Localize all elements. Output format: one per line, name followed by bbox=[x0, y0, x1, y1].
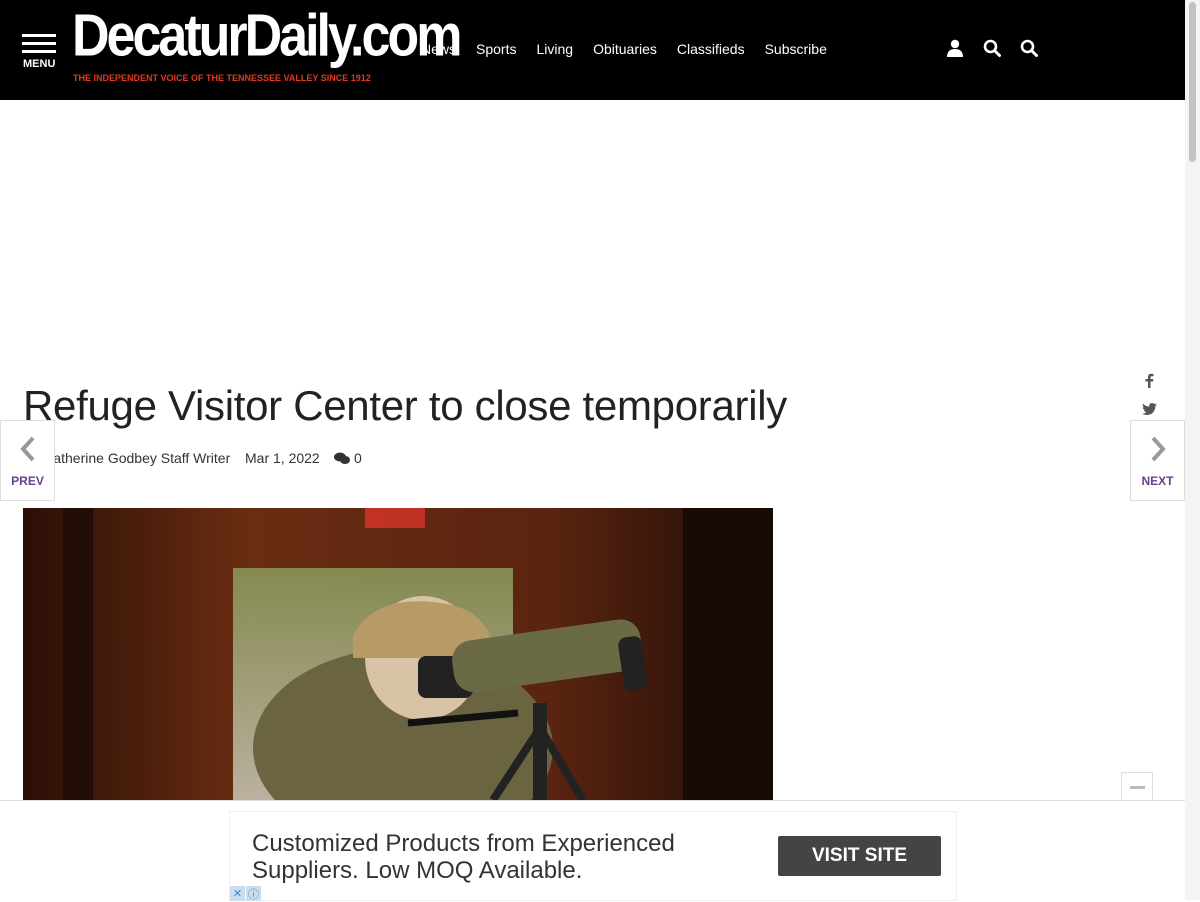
search-icon[interactable] bbox=[1020, 39, 1040, 59]
nav-news[interactable]: News bbox=[421, 41, 456, 57]
logo-tagline: THE INDEPENDENT VOICE OF THE TENNESSEE V… bbox=[73, 73, 371, 83]
nav-obituaries[interactable]: Obituaries bbox=[593, 41, 657, 57]
user-icon[interactable] bbox=[946, 39, 966, 59]
chevron-left-icon bbox=[19, 436, 34, 462]
info-icon[interactable]: ⓘ bbox=[246, 886, 261, 901]
hamburger-bar bbox=[22, 50, 56, 53]
collapse-ad-button[interactable] bbox=[1121, 772, 1153, 802]
nav-sports[interactable]: Sports bbox=[476, 41, 516, 57]
main-nav: News Sports Living Obituaries Classified… bbox=[421, 41, 847, 57]
comment-count: 0 bbox=[354, 450, 362, 466]
comments-link[interactable]: 0 bbox=[334, 450, 362, 466]
facebook-icon[interactable] bbox=[1140, 366, 1158, 395]
prev-article-button[interactable]: PREV bbox=[0, 420, 55, 501]
article-photo[interactable] bbox=[23, 508, 773, 800]
comments-icon bbox=[334, 452, 350, 464]
menu-label: MENU bbox=[23, 58, 56, 70]
chevron-right-icon bbox=[1151, 436, 1166, 462]
ad-banner[interactable]: Customized Products from Experienced Sup… bbox=[229, 811, 957, 901]
hamburger-bar bbox=[22, 42, 56, 45]
nav-classifieds[interactable]: Classifieds bbox=[677, 41, 745, 57]
menu-button[interactable]: MENU bbox=[22, 34, 56, 70]
prev-label: PREV bbox=[11, 474, 44, 488]
article-title: Refuge Visitor Center to close temporari… bbox=[23, 382, 787, 429]
next-label: NEXT bbox=[1141, 474, 1174, 488]
nav-living[interactable]: Living bbox=[536, 41, 573, 57]
close-icon[interactable]: ✕ bbox=[230, 886, 245, 901]
search-icon[interactable] bbox=[983, 39, 1003, 59]
hamburger-icon bbox=[22, 34, 56, 37]
publish-date: Mar 1, 2022 bbox=[245, 450, 320, 466]
sticky-ad-bar: Customized Products from Experienced Sup… bbox=[0, 800, 1185, 901]
visit-site-button[interactable]: VISIT SITE bbox=[778, 836, 941, 876]
site-header: MENU DecaturDaily.com THE INDEPENDENT VO… bbox=[0, 0, 1185, 100]
scrollbar[interactable] bbox=[1185, 0, 1200, 900]
adchoices[interactable]: ✕ ⓘ bbox=[230, 886, 262, 901]
next-article-button[interactable]: NEXT bbox=[1130, 420, 1185, 501]
ad-text: Customized Products from Experienced Sup… bbox=[252, 830, 675, 884]
minus-icon bbox=[1129, 786, 1145, 789]
photo-image bbox=[23, 508, 773, 800]
site-logo[interactable]: DecaturDaily.com THE INDEPENDENT VOICE O… bbox=[72, 2, 462, 90]
nav-subscribe[interactable]: Subscribe bbox=[765, 41, 827, 57]
scrollbar-thumb[interactable] bbox=[1189, 2, 1196, 162]
logo-text: DecaturDaily.com bbox=[72, 2, 462, 70]
